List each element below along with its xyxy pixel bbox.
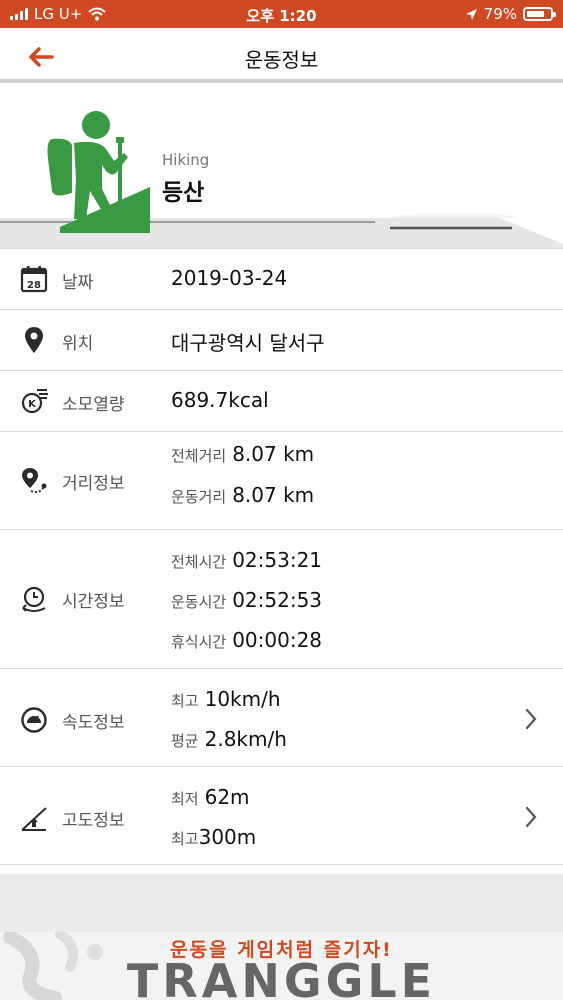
max-speed-label: 최고 — [171, 692, 199, 710]
date-value: 2019-03-24 — [171, 266, 288, 290]
max-altitude-value: 300m — [198, 825, 257, 849]
total-time-value: 02:53:21 — [232, 548, 323, 572]
activity-header: Hiking 등산 — [0, 87, 563, 248]
battery-icon — [523, 7, 556, 21]
calendar-icon: 28 — [20, 266, 48, 293]
promo-banner[interactable]: 운동을 게임처럼 즐기자! TRANGGLE — [0, 932, 563, 1000]
max-speed-value: 10km/h — [204, 687, 281, 711]
time-label: 시간정보 — [62, 592, 125, 612]
location-label: 위치 — [62, 334, 94, 354]
altitude-icon — [21, 807, 47, 831]
total-time: 전체시간 02:53:21 — [171, 548, 322, 572]
activity-name-ko: 등산 — [162, 180, 205, 206]
moving-distance: 운동거리 8.07 km — [171, 483, 314, 507]
calorie-flame-icon: K — [21, 389, 48, 414]
min-altitude: 최저 62m — [171, 785, 250, 809]
speed-row[interactable]: 속도정보 최고 10km/h 평균 2.8km/h — [0, 669, 563, 767]
max-altitude-label: 최고 — [171, 830, 199, 848]
page-title: 운동정보 — [244, 48, 319, 72]
map-pin-icon — [25, 327, 43, 353]
total-distance: 전체거리 8.07 km — [171, 442, 314, 466]
location-arrow-icon — [465, 8, 477, 20]
avg-speed-value: 2.8km/h — [204, 727, 287, 751]
time-row: 시간정보 전체시간 02:53:21 운동시간 02:52:53 휴식시간 00… — [0, 530, 563, 669]
moving-time-label: 운동시간 — [171, 593, 227, 611]
chevron-right-icon[interactable] — [523, 707, 539, 731]
avg-speed-label: 평균 — [171, 732, 199, 750]
rest-time: 휴식시간 00:00:28 — [171, 628, 322, 652]
total-distance-label: 전체거리 — [171, 447, 227, 465]
brand-logo: TRANGGLE — [126, 954, 437, 1000]
status-bar: LG U+ 오후 1:20 79% — [0, 0, 563, 28]
moving-time-value: 02:52:53 — [232, 588, 323, 612]
chevron-right-icon[interactable] — [523, 805, 539, 829]
speed-label: 속도정보 — [62, 713, 125, 733]
moving-distance-value: 8.07 km — [232, 483, 315, 507]
svg-text:K: K — [28, 399, 37, 410]
distance-row: 거리정보 전체거리 8.07 km 운동거리 8.07 km — [0, 432, 563, 530]
moving-time: 운동시간 02:52:53 — [171, 588, 322, 612]
total-time-label: 전체시간 — [171, 553, 227, 571]
empty-gray-area — [0, 874, 563, 932]
speedometer-icon — [21, 707, 47, 733]
rest-time-value: 00:00:28 — [232, 628, 323, 652]
stopwatch-icon — [22, 586, 46, 612]
battery-percent: 79% — [483, 5, 517, 23]
moving-distance-label: 운동거리 — [171, 488, 227, 506]
max-altitude: 최고 300m — [171, 825, 256, 849]
total-distance-value: 8.07 km — [232, 442, 315, 466]
altitude-row[interactable]: 고도정보 최저 62m 최고 300m — [0, 767, 563, 865]
rest-time-label: 휴식시간 — [171, 633, 227, 651]
calories-label: 소모열량 — [62, 395, 125, 415]
navigation-bar: 운동정보 — [0, 28, 563, 83]
date-row: 28 날짜 2019-03-24 — [0, 249, 563, 310]
altitude-label: 고도정보 — [62, 811, 125, 831]
distance-label: 거리정보 — [62, 474, 125, 494]
location-value: 대구광역시 달서구 — [171, 331, 325, 355]
avg-speed: 평균 2.8km/h — [171, 727, 287, 751]
status-right: 79% — [465, 5, 556, 23]
location-row: 위치 대구광역시 달서구 — [0, 310, 563, 371]
date-label: 날짜 — [62, 273, 94, 293]
route-pin-icon — [22, 468, 47, 493]
calories-row: K 소모열량 689.7kcal — [0, 371, 563, 432]
svg-text:28: 28 — [27, 280, 41, 291]
hiker-icon — [47, 111, 150, 233]
min-altitude-value: 62m — [204, 785, 250, 809]
max-speed: 최고 10km/h — [171, 687, 281, 711]
activity-detail-list: 28 날짜 2019-03-24 위치 대구광역시 달서구 K 소모열량 689… — [0, 248, 563, 865]
activity-name-en: Hiking — [162, 151, 210, 169]
min-altitude-label: 최저 — [171, 790, 199, 808]
calories-value: 689.7kcal — [171, 388, 269, 412]
